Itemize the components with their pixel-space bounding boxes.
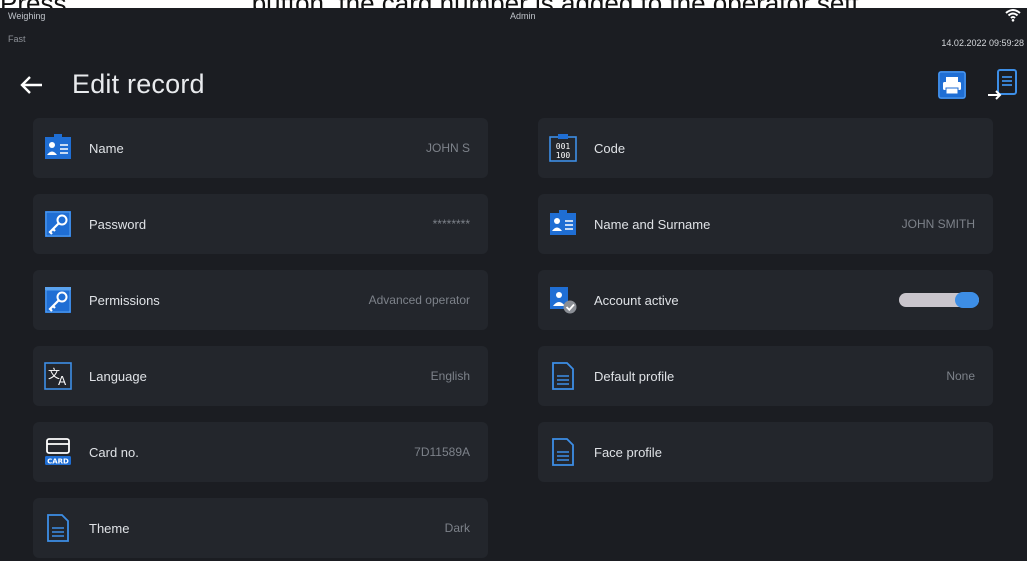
row-label: Card no.: [89, 445, 139, 460]
row-theme[interactable]: Theme Dark: [33, 498, 488, 558]
code-icon-text-bottom: 100: [556, 151, 571, 160]
page-title: Edit record: [72, 69, 205, 99]
user-active-icon: [550, 287, 577, 314]
speed-label: Fast: [8, 34, 26, 44]
status-bar: Weighing Fast Admin 14.02.2022 09:59:28: [0, 8, 1027, 58]
row-password[interactable]: Password ********: [33, 194, 488, 254]
id-badge-icon: [550, 210, 576, 235]
wifi-icon: [1005, 9, 1021, 22]
app-screen: Weighing Fast Admin 14.02.2022 09:59:28 …: [0, 8, 1027, 561]
document-icon: [47, 514, 69, 542]
row-face-profile[interactable]: Face profile: [538, 422, 993, 482]
row-label: Name: [89, 141, 124, 156]
toggle-knob: [955, 292, 979, 308]
id-badge-icon: [45, 134, 71, 159]
export-icon[interactable]: [986, 68, 1020, 102]
permissions-key-icon: [45, 287, 71, 313]
mode-label: Weighing: [8, 11, 46, 21]
card-icon-text: CARD: [47, 458, 69, 466]
row-value: JOHN S: [425, 141, 470, 155]
row-label: Default profile: [594, 369, 675, 384]
row-name-and-surname[interactable]: Name and Surname JOHN SMITH: [538, 194, 993, 254]
key-icon: [45, 211, 71, 237]
row-value: ********: [432, 217, 470, 231]
row-account-active[interactable]: Account active: [538, 270, 993, 330]
code-icon: 001 100: [549, 134, 577, 162]
row-permissions[interactable]: Permissions Advanced operator: [33, 270, 488, 330]
row-language[interactable]: 文 A Language English: [33, 346, 488, 406]
row-value: Advanced operator: [368, 293, 470, 307]
row-value: Dark: [444, 521, 470, 535]
user-label: Admin: [510, 11, 536, 21]
row-value: English: [430, 369, 470, 383]
account-active-toggle[interactable]: [899, 292, 979, 308]
row-default-profile[interactable]: Default profile None: [538, 346, 993, 406]
row-label: Password: [89, 217, 147, 232]
card-icon: CARD: [45, 438, 71, 466]
row-label: Permissions: [89, 293, 160, 308]
row-label: Account active: [594, 293, 679, 308]
back-arrow-icon[interactable]: [19, 72, 45, 98]
print-icon[interactable]: [937, 70, 967, 100]
row-label: Theme: [89, 521, 130, 536]
datetime-label: 14.02.2022 09:59:28: [941, 38, 1024, 48]
translate-icon: 文 A: [44, 362, 72, 390]
row-label: Name and Surname: [594, 217, 711, 232]
row-label: Language: [89, 369, 147, 384]
row-label: Code: [594, 141, 626, 156]
row-name[interactable]: Name JOHN S: [33, 118, 488, 178]
row-value: 7D11589A: [414, 445, 470, 459]
row-value: JOHN SMITH: [901, 217, 975, 231]
row-code[interactable]: 001 100 Code: [538, 118, 993, 178]
row-label: Face profile: [594, 445, 662, 460]
document-icon: [552, 362, 574, 390]
row-card-number[interactable]: CARD Card no. 7D11589A: [33, 422, 488, 482]
document-icon: [552, 438, 574, 466]
svg-text:A: A: [58, 374, 67, 388]
title-bar: Edit record: [0, 66, 1027, 110]
row-value: None: [946, 369, 975, 383]
code-icon-text-top: 001: [556, 142, 571, 151]
